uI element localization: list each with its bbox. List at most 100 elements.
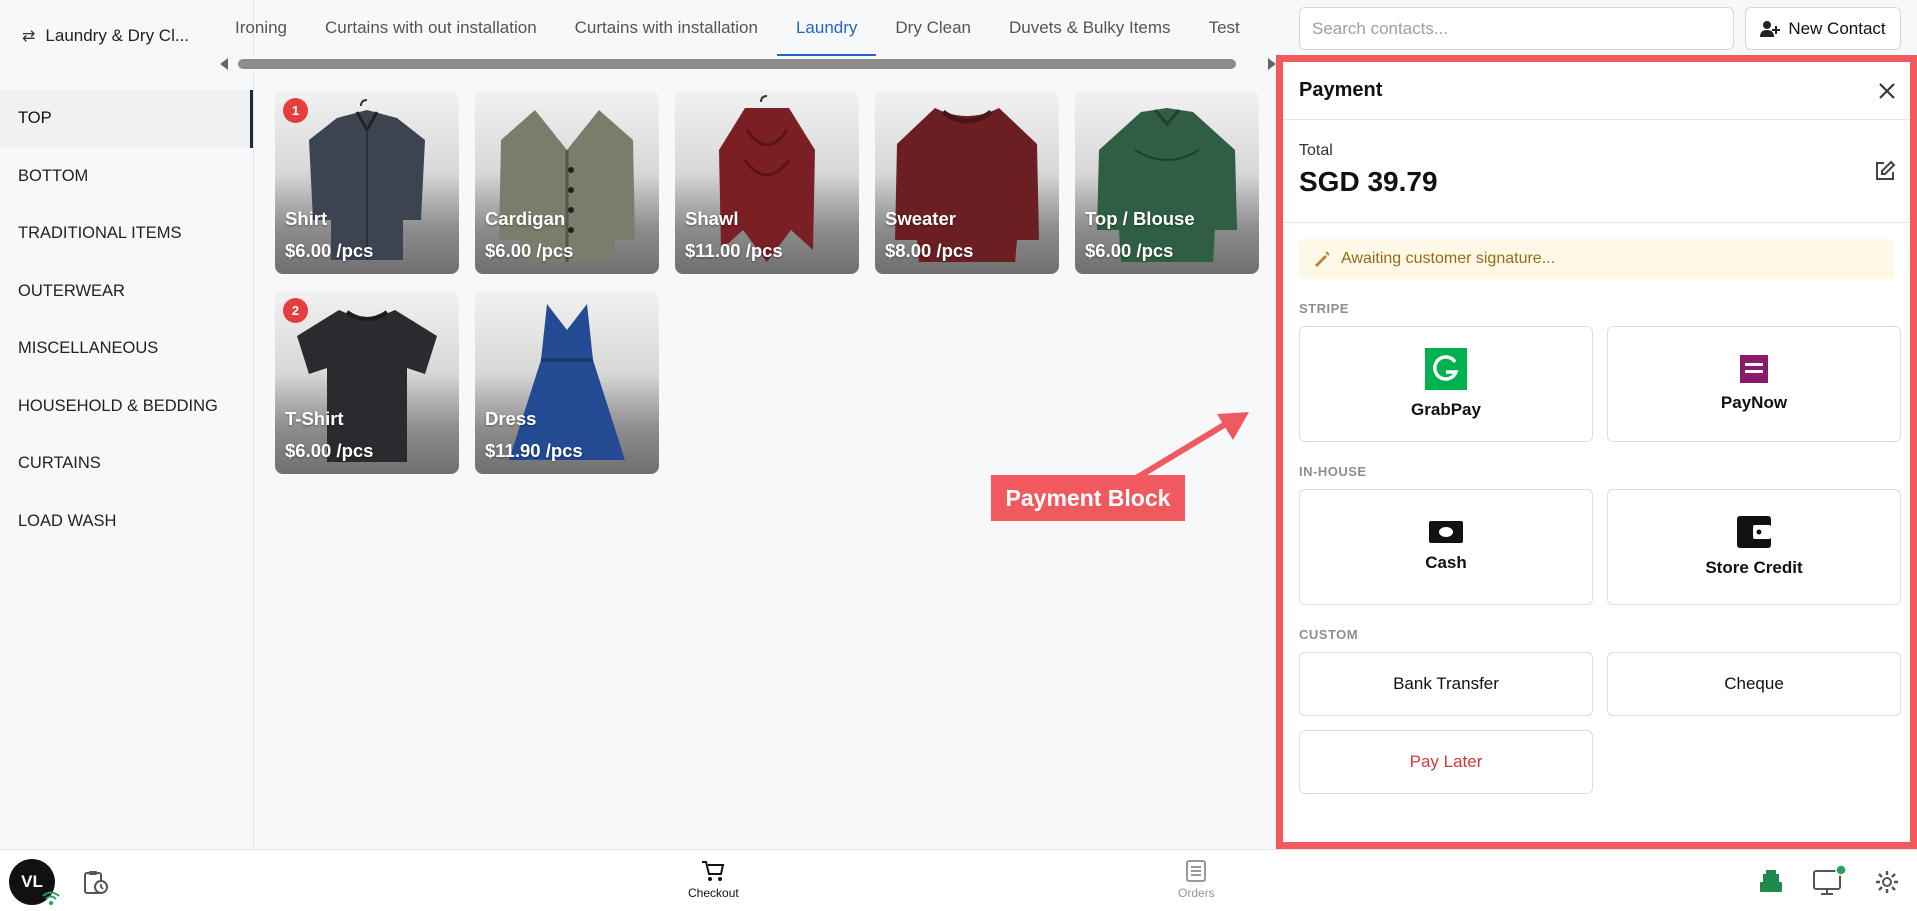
group-label-custom: CUSTOM <box>1299 627 1359 642</box>
cash-register-icon[interactable] <box>1758 868 1784 894</box>
product-card-sweater[interactable]: Sweater $8.00 /pcs <box>875 90 1059 274</box>
scrollbar-thumb[interactable] <box>238 59 1236 69</box>
tab-label: Curtains with installation <box>574 18 758 37</box>
paynow-label: PayNow <box>1720 393 1788 412</box>
total-section: Total SGD 39.79 <box>1283 120 1910 223</box>
tab-scrollbar[interactable] <box>216 58 1276 70</box>
category-label: BOTTOM <box>18 166 89 185</box>
product-price: $6.00 /pcs <box>1085 240 1174 261</box>
tab-duvets-bulky[interactable]: Duvets & Bulky Items <box>990 0 1190 56</box>
nav-orders[interactable]: Orders <box>1178 860 1215 900</box>
tab-label: Ironing <box>235 18 287 37</box>
category-label: TOP <box>18 109 52 128</box>
paynow-icon <box>1740 355 1768 383</box>
customer-display-icon[interactable] <box>1813 864 1847 896</box>
group-label-inhouse: IN-HOUSE <box>1299 464 1367 479</box>
total-value: SGD 39.79 <box>1299 166 1438 197</box>
store-credit-button[interactable]: Store Credit <box>1607 489 1901 605</box>
payment-title: Payment <box>1299 79 1383 101</box>
add-user-icon <box>1760 20 1781 37</box>
quantity-badge: 1 <box>283 98 308 123</box>
payment-header: Payment <box>1283 62 1910 120</box>
wallet-icon <box>1737 516 1771 548</box>
category-label: LOAD WASH <box>18 511 117 530</box>
signature-icon <box>1315 251 1330 267</box>
product-name: Sweater <box>885 208 956 229</box>
new-contact-button[interactable]: New Contact <box>1745 7 1901 50</box>
product-price: $11.90 /pcs <box>485 440 583 461</box>
tab-ironing[interactable]: Ironing <box>216 0 306 56</box>
service-switcher-label: Laundry & Dry Cl... <box>45 26 190 45</box>
tab-label: Duvets & Bulky Items <box>1009 18 1171 37</box>
cheque-button[interactable]: Cheque <box>1607 652 1901 716</box>
category-list: TOP BOTTOM TRADITIONAL ITEMS OUTERWEAR M… <box>0 90 253 550</box>
category-item-top[interactable]: TOP <box>0 90 253 148</box>
clipboard-history-icon[interactable] <box>82 869 108 895</box>
orders-icon <box>1186 860 1207 882</box>
product-name: Shirt <box>285 208 328 229</box>
cash-button[interactable]: Cash <box>1299 489 1593 605</box>
store-credit-label: Store Credit <box>1705 558 1803 577</box>
product-name: Top / Blouse <box>1085 208 1195 229</box>
category-item-traditional[interactable]: TRADITIONAL ITEMS <box>0 205 253 263</box>
scroll-left-icon[interactable] <box>220 58 228 70</box>
tab-curtains-without-installation[interactable]: Curtains with out installation <box>306 0 556 56</box>
signature-status-text: Awaiting customer signature... <box>1341 250 1556 267</box>
category-item-household[interactable]: HOUSEHOLD & BEDDING <box>0 378 253 436</box>
product-card-t-shirt[interactable]: 2 T-Shirt $6.00 /pcs <box>275 290 459 474</box>
signature-status-banner: Awaiting customer signature... <box>1299 239 1894 279</box>
category-label: OUTERWEAR <box>18 281 125 300</box>
product-card-shawl[interactable]: Shawl $11.00 /pcs <box>675 90 859 274</box>
nav-checkout[interactable]: Checkout <box>688 860 739 900</box>
grabpay-button[interactable]: GrabPay <box>1299 326 1593 442</box>
total-label: Total <box>1299 142 1333 159</box>
category-item-load-wash[interactable]: LOAD WASH <box>0 493 253 551</box>
annotation-label: Payment Block <box>991 475 1185 521</box>
quantity-badge: 2 <box>283 298 308 323</box>
tab-curtains-with-installation[interactable]: Curtains with installation <box>556 0 777 56</box>
paynow-button[interactable]: PayNow <box>1607 326 1901 442</box>
cart-icon <box>702 861 725 881</box>
product-card-cardigan[interactable]: Cardigan $6.00 /pcs <box>475 90 659 274</box>
swap-icon: ⇄ <box>22 28 36 45</box>
grabpay-icon <box>1425 348 1467 390</box>
grabpay-label: GrabPay <box>1411 400 1481 419</box>
product-name: Cardigan <box>485 208 566 229</box>
category-item-bottom[interactable]: BOTTOM <box>0 148 253 206</box>
category-label: TRADITIONAL ITEMS <box>18 224 182 243</box>
pay-later-label: Pay Later <box>1409 752 1483 771</box>
category-item-outerwear[interactable]: OUTERWEAR <box>0 263 253 321</box>
cash-label: Cash <box>1425 553 1467 572</box>
tab-label: Test <box>1208 18 1240 37</box>
close-icon[interactable] <box>1878 82 1896 100</box>
tab-dry-clean[interactable]: Dry Clean <box>876 0 990 56</box>
product-price: $6.00 /pcs <box>285 240 374 261</box>
service-tabs: Ironing Curtains with out installation C… <box>216 0 1276 74</box>
tab-label: Laundry <box>795 18 858 37</box>
category-label: HOUSEHOLD & BEDDING <box>18 396 218 415</box>
category-item-curtains[interactable]: CURTAINS <box>0 435 253 493</box>
product-price: $11.00 /pcs <box>685 240 783 261</box>
scroll-right-icon[interactable] <box>1268 58 1276 70</box>
category-label: MISCELLANEOUS <box>18 339 159 358</box>
product-price: $6.00 /pcs <box>285 440 374 461</box>
category-label: CURTAINS <box>18 454 101 473</box>
search-contacts-input[interactable] <box>1299 7 1734 50</box>
edit-icon[interactable] <box>1874 160 1896 182</box>
tab-test[interactable]: Test <box>1190 0 1259 56</box>
gear-icon[interactable] <box>1874 869 1900 895</box>
cheque-label: Cheque <box>1724 674 1784 693</box>
tab-more[interactable]: m <box>1259 0 1276 56</box>
category-item-miscellaneous[interactable]: MISCELLANEOUS <box>0 320 253 378</box>
product-card-shirt[interactable]: 1 Shirt $6.00 /pcs <box>275 90 459 274</box>
pay-later-button[interactable]: Pay Later <box>1299 730 1593 794</box>
nav-orders-label: Orders <box>1178 886 1215 900</box>
product-name: Shawl <box>685 208 739 229</box>
bank-transfer-button[interactable]: Bank Transfer <box>1299 652 1593 716</box>
new-contact-label: New Contact <box>1788 18 1886 38</box>
bottom-nav-bar: VL Checkout Orders <box>0 849 1917 911</box>
product-card-top-blouse[interactable]: Top / Blouse $6.00 /pcs <box>1075 90 1259 274</box>
cash-icon <box>1429 521 1463 543</box>
tab-laundry[interactable]: Laundry <box>776 0 877 56</box>
product-card-dress[interactable]: Dress $11.90 /pcs <box>475 290 659 474</box>
